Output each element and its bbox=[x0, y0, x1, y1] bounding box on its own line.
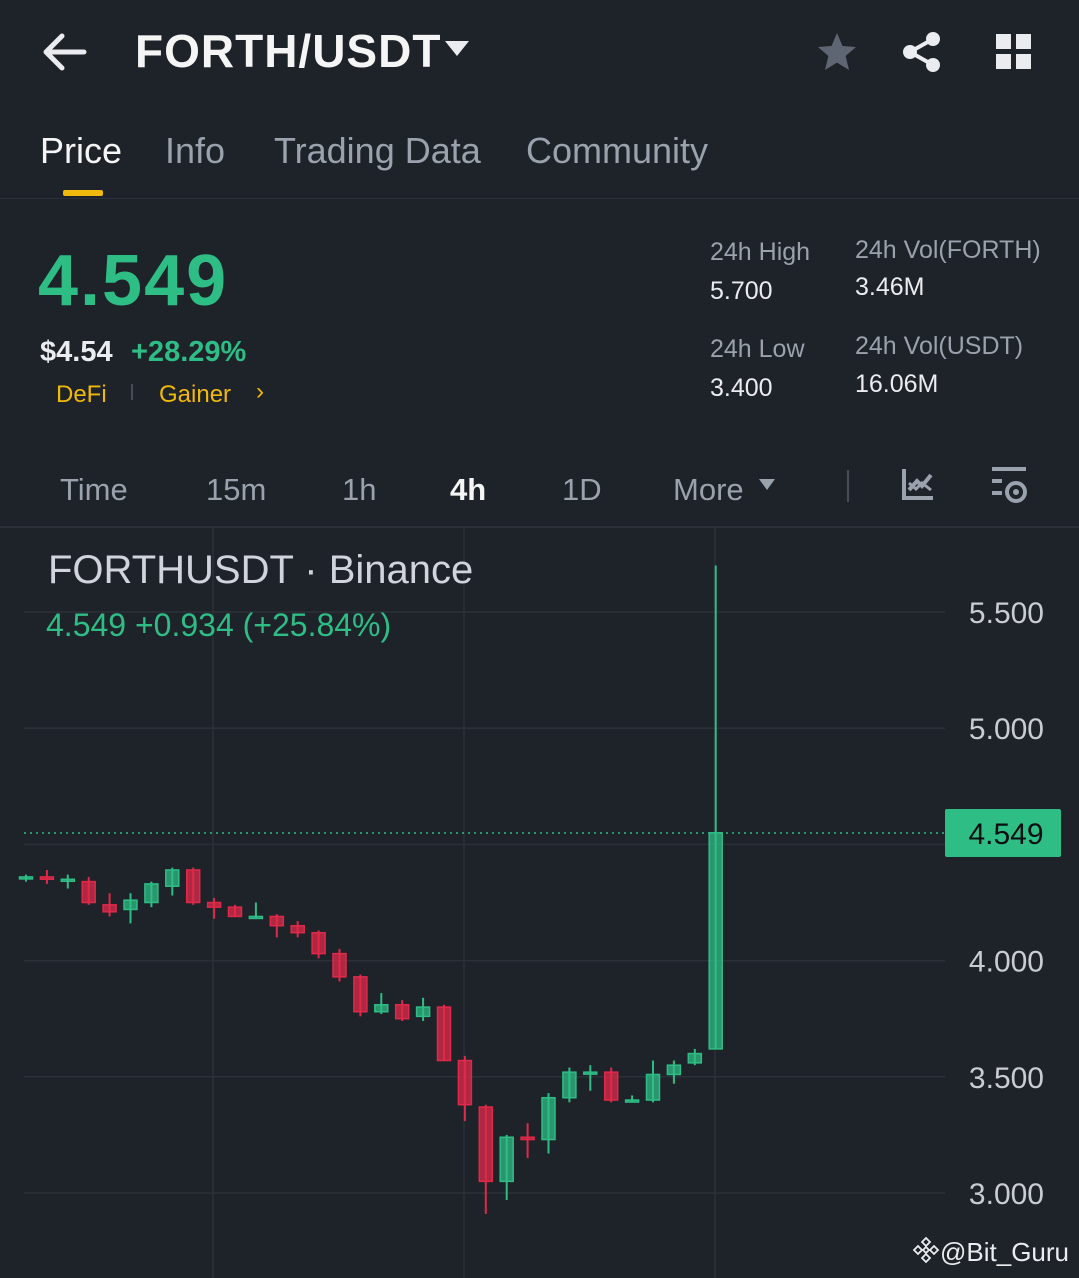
interval-more[interactable]: More bbox=[673, 472, 744, 508]
candle-body bbox=[102, 904, 117, 913]
y-tick-label: 3.000 bbox=[969, 1178, 1044, 1211]
grid-icon[interactable] bbox=[994, 32, 1034, 77]
candle-body bbox=[60, 878, 76, 883]
tab-info[interactable]: Info bbox=[165, 130, 225, 172]
candle-body bbox=[39, 876, 55, 881]
candle-body bbox=[374, 1004, 389, 1013]
candle-body bbox=[123, 899, 138, 911]
tab-trading-data[interactable]: Trading Data bbox=[274, 130, 481, 172]
y-tick-label: 5.000 bbox=[969, 713, 1044, 746]
watermark: @Bit_Guru bbox=[912, 1236, 1069, 1271]
candle-body bbox=[624, 1099, 640, 1103]
interval-1h[interactable]: 1h bbox=[342, 472, 376, 508]
interval-time[interactable]: Time bbox=[60, 472, 128, 508]
interval-4h[interactable]: 4h bbox=[450, 472, 486, 508]
candle-body bbox=[185, 869, 201, 904]
candle-body bbox=[227, 906, 243, 918]
y-axis: 5.5005.0004.5004.0003.5003.000 bbox=[969, 597, 1044, 1211]
stat-low-label: 24h Low bbox=[710, 335, 805, 363]
stat-low-value: 3.400 bbox=[710, 374, 773, 402]
candle-body bbox=[144, 883, 159, 904]
candle-body bbox=[457, 1059, 473, 1106]
stat-vol-base-label: 24h Vol(FORTH) bbox=[855, 236, 1041, 264]
chevron-right-icon[interactable]: › bbox=[256, 378, 264, 406]
tab-community[interactable]: Community bbox=[526, 130, 708, 172]
candle-body bbox=[541, 1096, 556, 1141]
stat-vol-quote-value: 16.06M bbox=[855, 370, 939, 398]
candle-body bbox=[562, 1071, 577, 1099]
candle-body bbox=[248, 915, 264, 920]
candle-body bbox=[666, 1064, 682, 1076]
interval-15m[interactable]: 15m bbox=[206, 472, 266, 508]
candle-body bbox=[708, 832, 723, 1050]
candle-body bbox=[436, 1006, 452, 1062]
candle-body bbox=[520, 1136, 535, 1141]
candle-body bbox=[206, 901, 222, 908]
y-tick-label: 4.000 bbox=[969, 946, 1044, 979]
candle-body bbox=[332, 952, 347, 978]
tag-separator bbox=[131, 384, 133, 400]
candle-body bbox=[583, 1071, 598, 1075]
interval-1d[interactable]: 1D bbox=[562, 472, 602, 508]
stat-high-value: 5.700 bbox=[710, 277, 773, 305]
candle-body bbox=[478, 1106, 494, 1183]
current-price-label: 4.549 bbox=[968, 818, 1043, 851]
candles bbox=[18, 565, 723, 1214]
current-price-line: 4.549 bbox=[24, 809, 1061, 858]
binance-logo-icon bbox=[912, 1236, 940, 1271]
candle-body bbox=[269, 915, 285, 927]
candle-body bbox=[415, 1006, 431, 1018]
chart-settings-icon[interactable] bbox=[990, 464, 1030, 511]
interval-separator bbox=[847, 470, 849, 502]
candle-body bbox=[353, 976, 368, 1013]
stat-high-label: 24h High bbox=[710, 238, 811, 266]
candle-body bbox=[394, 1004, 410, 1020]
candle-body bbox=[645, 1073, 661, 1101]
active-tab-indicator bbox=[63, 190, 103, 196]
candle-body bbox=[499, 1136, 514, 1183]
y-tick-label: 5.500 bbox=[969, 597, 1044, 630]
candle-body bbox=[81, 880, 96, 904]
indicator-icon[interactable] bbox=[900, 466, 936, 507]
chart-title: FORTHUSDT · Binance bbox=[48, 548, 474, 592]
pair-title[interactable]: FORTH/USDT bbox=[135, 24, 441, 78]
caret-down-icon[interactable] bbox=[444, 40, 470, 63]
tag-defi[interactable]: DeFi bbox=[56, 381, 107, 409]
share-icon[interactable] bbox=[900, 30, 944, 79]
candle-body bbox=[18, 876, 34, 880]
candle-body bbox=[165, 869, 180, 887]
tab-price[interactable]: Price bbox=[40, 130, 122, 172]
more-caret-icon[interactable] bbox=[758, 478, 776, 497]
y-tick-label: 3.500 bbox=[969, 1062, 1044, 1095]
tag-gainer[interactable]: Gainer bbox=[159, 381, 231, 409]
stat-vol-base-value: 3.46M bbox=[855, 273, 925, 301]
back-arrow-icon[interactable] bbox=[40, 28, 92, 76]
stat-vol-quote-label: 24h Vol(USDT) bbox=[855, 332, 1024, 360]
usd-price: $4.54 bbox=[40, 336, 113, 368]
candle-body bbox=[687, 1052, 703, 1064]
ohlc-summary: 4.549 +0.934 (+25.84%) bbox=[46, 607, 392, 643]
candle-body bbox=[311, 931, 326, 955]
divider bbox=[0, 198, 1079, 199]
candle-body bbox=[290, 924, 305, 934]
change-percent: +28.29% bbox=[131, 336, 247, 368]
star-icon[interactable] bbox=[815, 30, 859, 79]
candle-body bbox=[603, 1071, 619, 1101]
last-price: 4.549 bbox=[38, 241, 229, 321]
